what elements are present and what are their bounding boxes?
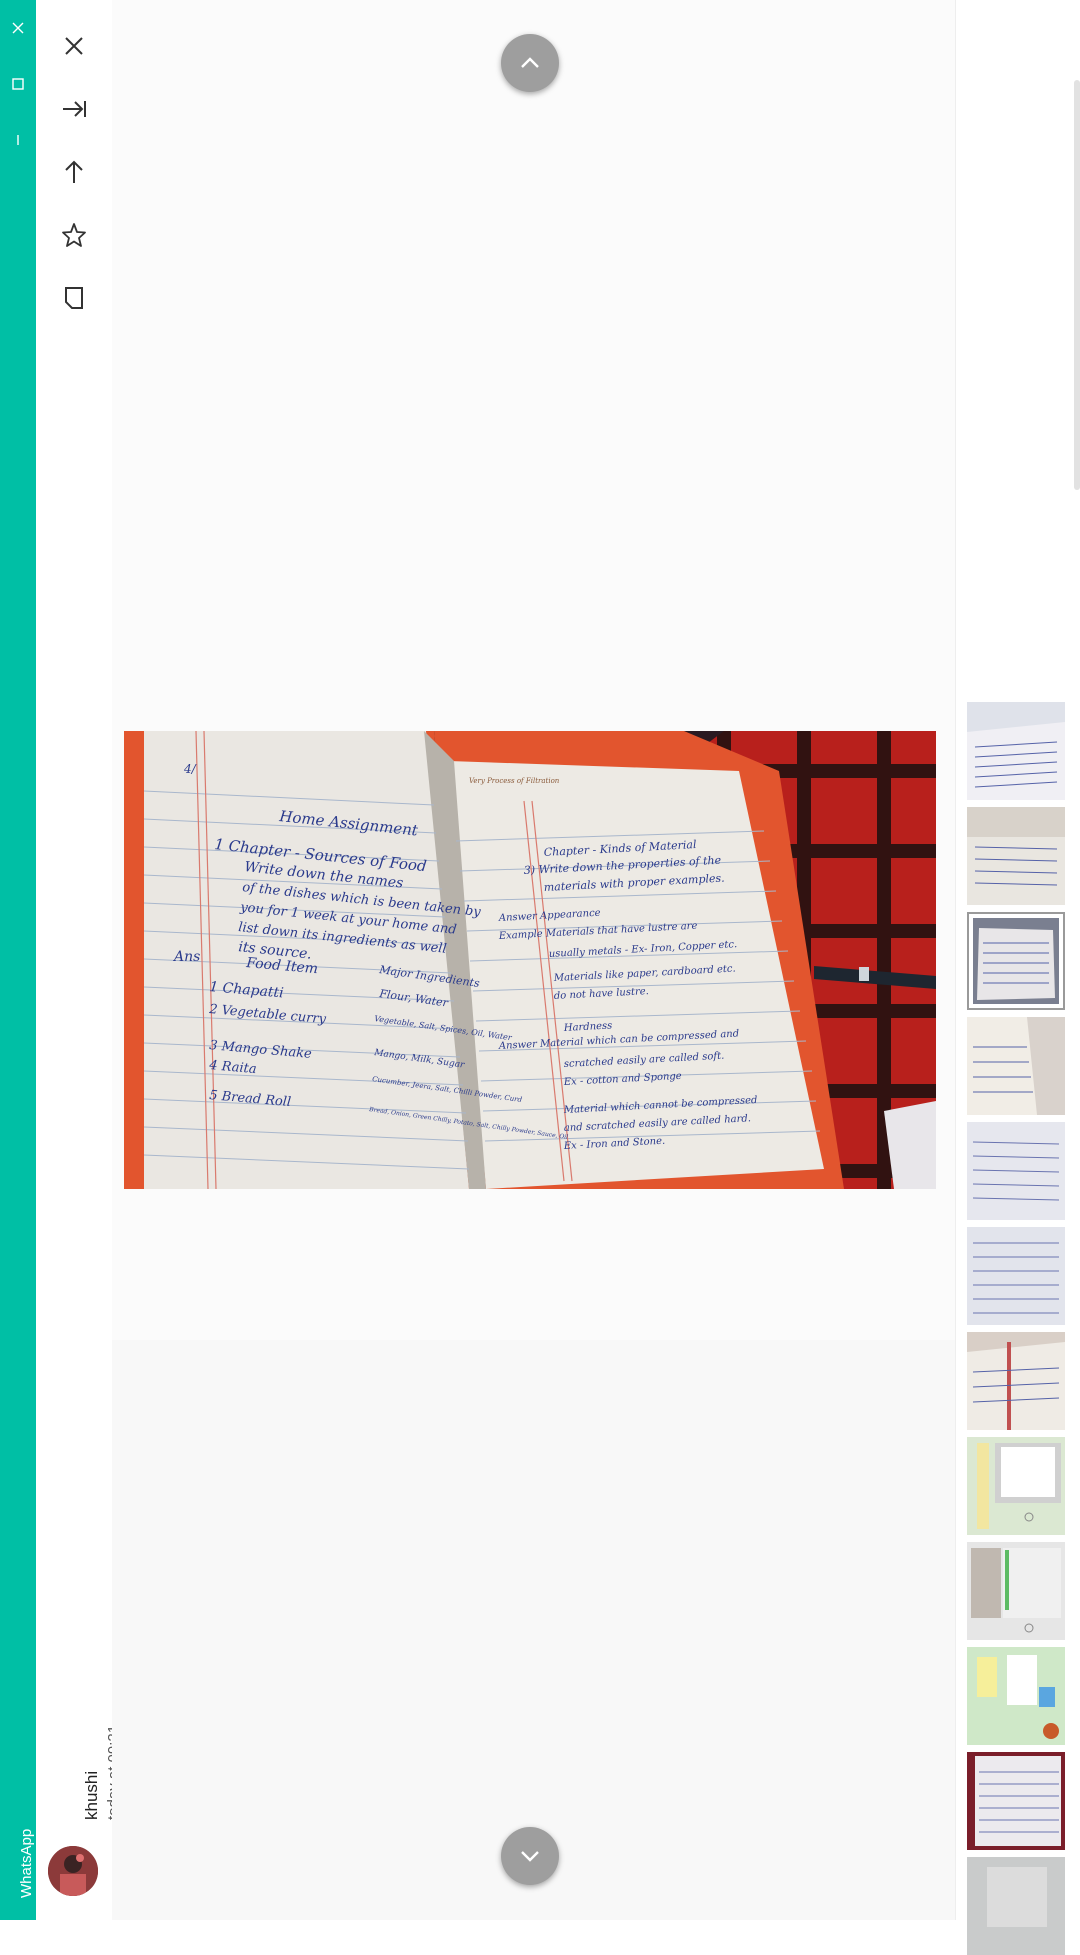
media-thumbnail[interactable] [967, 1752, 1065, 1850]
media-thumbnail[interactable] [967, 1542, 1065, 1640]
maximize-icon [12, 78, 24, 90]
avatar[interactable] [48, 1846, 98, 1896]
thumbnail-scrollbar[interactable] [1074, 80, 1080, 490]
notebook-photo[interactable]: 4/ Home Assignment 1 Chapter - Sources o… [124, 731, 936, 1189]
chevron-up-icon [521, 57, 539, 68]
media-thumbnail[interactable] [967, 1227, 1065, 1325]
media-thumbnail[interactable] [967, 1122, 1065, 1220]
photo-text-8: Ans [172, 949, 200, 965]
media-thumbnail[interactable] [967, 1647, 1065, 1745]
media-thumbnail[interactable] [967, 1437, 1065, 1535]
photo-text-0: 4/ [183, 762, 198, 776]
sender-name: khushi [82, 1770, 101, 1820]
close-window-button[interactable] [0, 10, 36, 46]
share-button[interactable] [54, 152, 94, 192]
media-thumbnail[interactable] [967, 1857, 1065, 1955]
photo-text-21: Very Process of Filtration [469, 777, 560, 785]
media-thumbnail[interactable] [967, 807, 1065, 905]
previous-media-button[interactable] [501, 34, 559, 92]
minimize-icon [17, 135, 19, 145]
go-to-message-button[interactable] [54, 278, 94, 318]
star-button[interactable] [54, 215, 94, 255]
media-thumbnail-strip [955, 0, 1080, 1955]
app-name: WhatsApp [18, 1828, 35, 1898]
next-media-button[interactable] [501, 1827, 559, 1885]
close-icon [12, 22, 24, 34]
go-to-message-icon [65, 287, 83, 309]
media-thumbnail-selected[interactable] [967, 912, 1065, 1010]
close-icon [65, 37, 83, 55]
share-icon [65, 160, 83, 183]
chevron-down-icon [521, 1851, 539, 1862]
viewer-toolbar: khushi today at 09:21 [36, 0, 122, 1920]
forward-icon [63, 101, 86, 117]
minimize-window-button[interactable] [0, 122, 36, 158]
media-thumbnail[interactable] [967, 1332, 1065, 1430]
maximize-window-button[interactable] [0, 66, 36, 102]
close-viewer-button[interactable] [54, 26, 94, 66]
media-thumbnail[interactable] [967, 702, 1065, 800]
media-thumbnail[interactable] [967, 1017, 1065, 1115]
forward-button[interactable] [54, 89, 94, 129]
star-icon [62, 223, 86, 247]
window-strip: WhatsApp [0, 0, 36, 1920]
